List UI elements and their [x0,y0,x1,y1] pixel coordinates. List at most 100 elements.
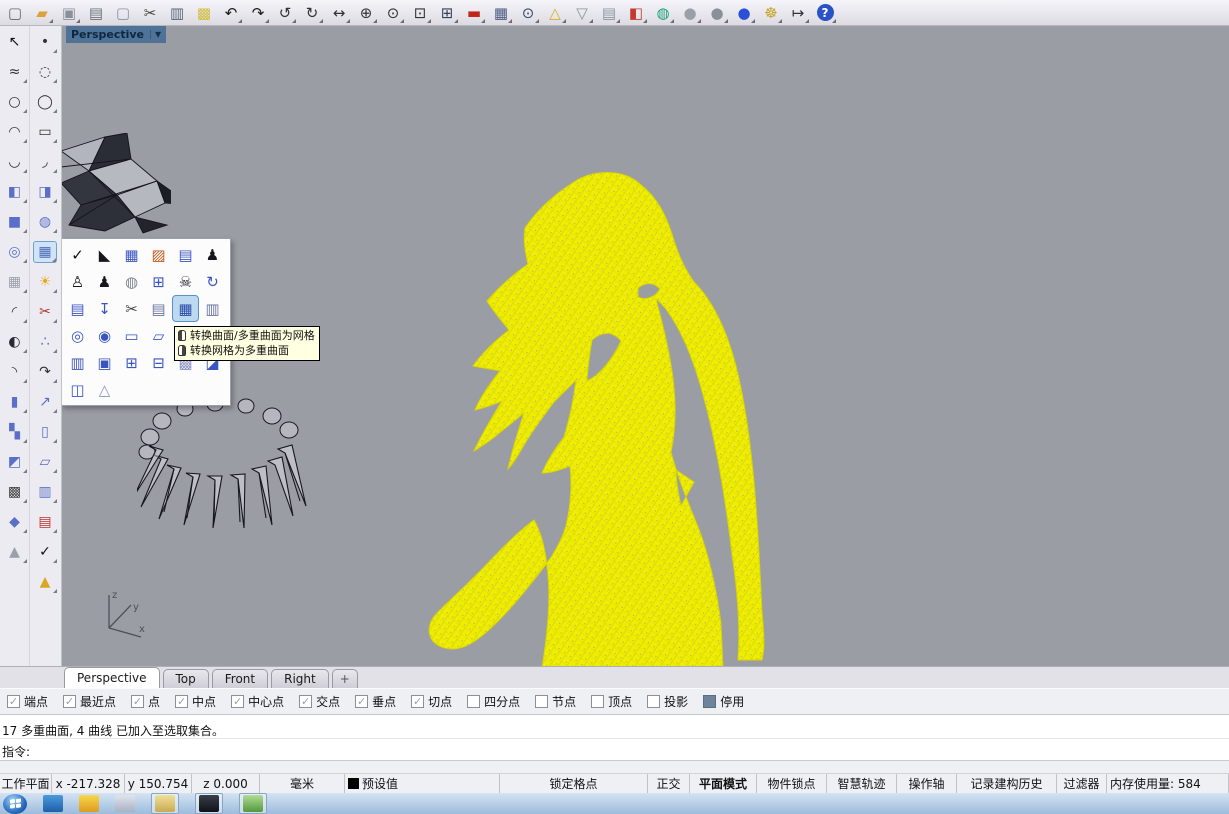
mesh-copy-stack-icon[interactable]: ◫ [64,376,91,403]
mesh-stack-icon[interactable]: ▥ [64,349,91,376]
cone-tool-icon[interactable]: ▲ [3,541,27,563]
osnap-checkbox[interactable]: ✓ [355,695,368,708]
status-操作轴[interactable]: 操作轴 [897,774,957,793]
check-tool-icon[interactable]: ✓ [33,541,57,563]
save-icon[interactable]: ▣ [57,2,81,24]
command-history[interactable]: 17 多重曲面, 4 曲线 已加入至选取集合。 [0,714,1229,738]
command-prompt[interactable]: 指令: [0,738,1229,760]
paste-yellow-icon[interactable]: ▩ [192,2,216,24]
osnap-投影[interactable]: 投影 [647,693,688,710]
mesh-plane-arrows-icon[interactable]: ▤ [64,295,91,322]
mesh-worker-pick-icon[interactable]: ♟ [91,268,118,295]
status-物件锁点[interactable]: 物件锁点 [757,774,827,793]
status-z[interactable]: z 0.000 [192,774,260,793]
pan-icon[interactable]: ↔ [327,2,351,24]
layers-box-icon[interactable]: ◧ [624,2,648,24]
osnap-checkbox[interactable]: ✓ [63,695,76,708]
mesh-rotate-icon[interactable]: ↻ [199,268,226,295]
boolean-union-icon[interactable]: ◍ [33,211,57,233]
osnap-checkbox[interactable]: ✓ [131,695,144,708]
ellipse-tool-icon[interactable]: ◯ [33,91,57,113]
osnap-checkbox[interactable]: ✓ [299,695,312,708]
undo-icon[interactable]: ↶ [219,2,243,24]
options-gear-icon[interactable]: ☸ [759,2,783,24]
mesh-from-surface-icon[interactable]: ▦ [33,241,57,263]
osnap-切点[interactable]: ✓切点 [411,693,452,710]
circle-center-icon[interactable]: ⊙ [516,2,540,24]
zoom-dynamic-icon[interactable]: ⊕ [354,2,378,24]
viewport-title-dropdown-icon[interactable]: ▼ [150,30,161,39]
taskbar-app-folder-icon-frame[interactable] [151,793,179,814]
curve-points-icon[interactable]: ◌ [33,61,57,83]
pyramid-gold-icon[interactable]: ▲ [33,571,57,593]
mesh-split-up-icon[interactable]: ⊞ [118,349,145,376]
align-squares-icon[interactable]: ▤ [33,511,57,533]
osnap-checkbox[interactable] [591,695,604,708]
osnap-disable-box[interactable] [703,695,716,708]
dot-grid-icon[interactable]: ▩ [3,481,27,503]
taskbar-app-calculator-icon[interactable] [115,795,135,812]
tab-right[interactable]: Right [271,669,329,688]
perspective-viewport[interactable]: Perspective ▼ [62,26,1229,666]
explode-icon[interactable]: ☀ [33,271,57,293]
render-sphere2-icon[interactable]: ● [705,2,729,24]
taskbar-app-blue-icon[interactable] [43,795,63,812]
redo-icon[interactable]: ↷ [246,2,270,24]
osnap-节点[interactable]: 节点 [535,693,576,710]
trim-icon[interactable]: ✂ [33,301,57,323]
mesh-extract-icon[interactable]: ▤ [172,241,199,268]
taskbar-app-folder-icon[interactable] [155,795,175,812]
fillet-tool-icon[interactable]: ◜ [3,301,27,323]
status-记录建构历史[interactable]: 记录建构历史 [957,774,1057,793]
annotate-icon[interactable]: △ [543,2,567,24]
surface-patch-icon[interactable]: ◧ [3,181,27,203]
boolean-spheres-icon[interactable]: ◐ [3,331,27,353]
conic-curve-icon[interactable]: ◡ [3,151,27,173]
dimension-icon[interactable]: ↦ [786,2,810,24]
osnap-最近点[interactable]: ✓最近点 [63,693,116,710]
start-button[interactable] [3,794,27,814]
rotated-box-icon[interactable]: ◆ [3,511,27,533]
mesh-bucket-icon[interactable]: ◍ [118,268,145,295]
osnap-顶点[interactable]: 顶点 [591,693,632,710]
paste-page-icon[interactable]: ▥ [165,2,189,24]
osnap-checkbox[interactable] [535,695,548,708]
print-icon[interactable]: ▤ [84,2,108,24]
black-wireframe-spiked-collar[interactable] [137,386,307,530]
zoom-window-icon[interactable]: ⊙ [381,2,405,24]
rotate-left-icon[interactable]: ↺ [273,2,297,24]
filter-funnel-icon[interactable]: ▽ [570,2,594,24]
render-blue-sphere-icon[interactable]: ● [732,2,756,24]
circle-tool-icon[interactable]: ○ [3,91,27,113]
pointer-tool-icon[interactable]: ↖ [3,31,27,53]
status-智慧轨迹[interactable]: 智慧轨迹 [827,774,897,793]
mesh-window-icon[interactable]: ▦ [118,241,145,268]
tube-tool-icon[interactable]: ◎ [3,241,27,263]
bend-surface-icon[interactable]: ◨ [33,181,57,203]
mesh-dotted-icon[interactable]: ▥ [199,295,226,322]
osnap-点[interactable]: ✓点 [131,693,160,710]
mesh-bat-icon[interactable]: ◣ [91,241,118,268]
tab-perspective[interactable]: Perspective [64,667,160,688]
new-file-icon[interactable]: ▢ [3,2,27,24]
add-viewport-tab[interactable]: + [332,669,358,688]
arc-point-icon[interactable]: ◝ [3,361,27,383]
mesh-skull-icon[interactable]: ☠ [172,268,199,295]
mesh-add-icon[interactable]: ⊞ [145,268,172,295]
osnap-checkbox[interactable]: ✓ [231,695,244,708]
tab-top[interactable]: Top [163,669,209,688]
mesh-worker-hammer-icon[interactable]: ♙ [64,268,91,295]
osnap-四分点[interactable]: 四分点 [467,693,520,710]
point-set-icon[interactable]: ∴ [33,331,57,353]
paste-slab-icon[interactable]: ▱ [33,451,57,473]
mesh-flat-a-icon[interactable]: ▭ [118,322,145,349]
osnap-中心点[interactable]: ✓中心点 [231,693,284,710]
taskbar-app-green-icon-frame[interactable] [239,793,267,814]
status-正交[interactable]: 正交 [648,774,690,793]
status-内存使用量[interactable]: 内存使用量: 584 [1107,774,1229,793]
status-锁定格点[interactable]: 锁定格点 [500,774,648,793]
mesh-worker-shovel-icon[interactable]: ♟ [199,241,226,268]
status-平面模式[interactable]: 平面模式 [690,774,757,793]
status-工作平面[interactable]: 工作平面 [0,774,52,793]
osnap-checkbox[interactable] [467,695,480,708]
